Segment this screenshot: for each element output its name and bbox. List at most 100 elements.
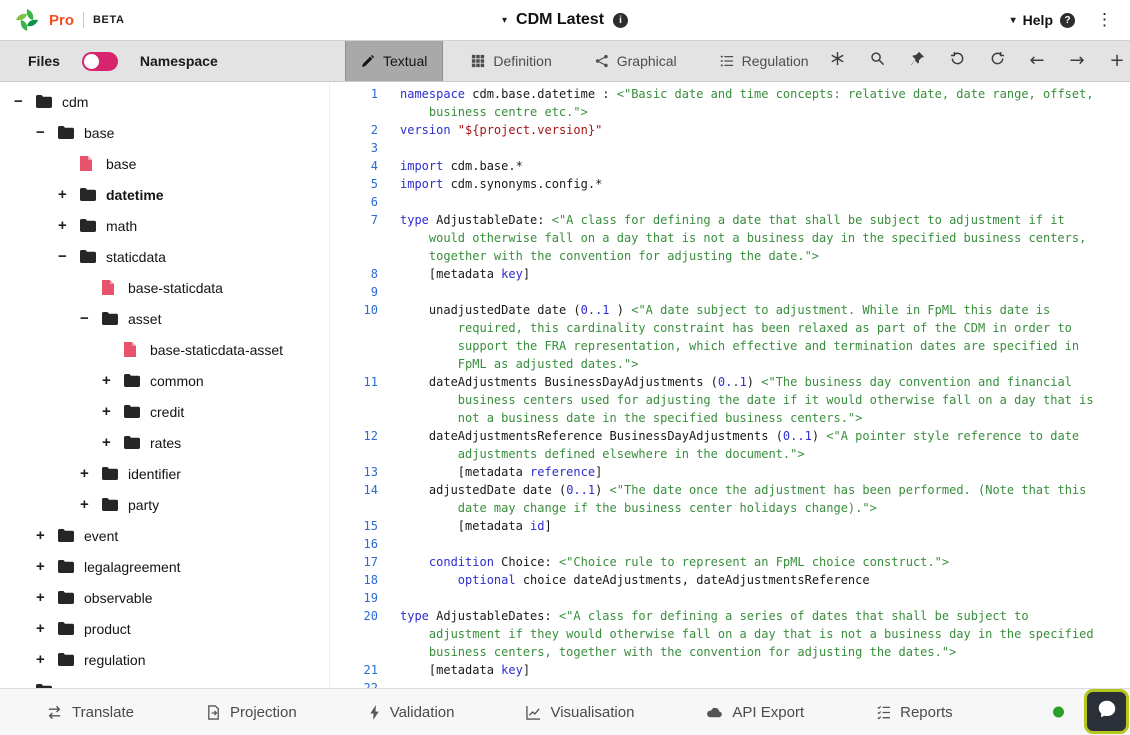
info-icon[interactable]: i: [613, 13, 628, 28]
collapse-icon[interactable]: −: [14, 93, 36, 110]
expand-icon[interactable]: +: [58, 217, 80, 234]
namespace-tree: −cdm−basebase+datetime+math−staticdata ba…: [0, 82, 330, 688]
folder-item-event[interactable]: +event: [0, 520, 329, 551]
validation-button[interactable]: Validation: [369, 704, 455, 721]
code-line[interactable]: 19: [330, 589, 1130, 607]
code-line[interactable]: 14adjustedDate date (0..1) <"The date on…: [330, 481, 1130, 517]
folder-item-observable[interactable]: +observable: [0, 582, 329, 613]
expand-icon[interactable]: +: [80, 465, 102, 482]
navigate-forward-button[interactable]: →: [1064, 48, 1091, 75]
expand-icon[interactable]: +: [80, 496, 102, 513]
bottom-bar: Translate Projection Validation Visualisati…: [0, 688, 1130, 735]
file-icon: [80, 156, 98, 171]
tree-item-label: base-staticdata: [128, 280, 223, 296]
format-button[interactable]: [824, 48, 851, 75]
expand-icon[interactable]: +: [58, 186, 80, 203]
format-icon: [830, 51, 845, 71]
code-line[interactable]: 16: [330, 535, 1130, 553]
folder-item-base[interactable]: −base: [0, 117, 329, 148]
expand-icon[interactable]: +: [36, 527, 58, 544]
projection-button[interactable]: Projection: [206, 704, 297, 721]
reports-button[interactable]: Reports: [876, 704, 953, 721]
code-line[interactable]: 12dateAdjustmentsReference BusinessDayAd…: [330, 427, 1130, 463]
folder-item-datetime[interactable]: +datetime: [0, 179, 329, 210]
folder-item-math[interactable]: +math: [0, 210, 329, 241]
code-line[interactable]: 5import cdm.synonyms.config.*: [330, 175, 1130, 193]
code-line[interactable]: 22: [330, 679, 1130, 688]
folder-icon: [58, 529, 76, 542]
expand-icon[interactable]: +: [36, 651, 58, 668]
code-line[interactable]: 2version "${project.version}": [330, 121, 1130, 139]
code-line[interactable]: 13[metadata reference]: [330, 463, 1130, 481]
code-text: [400, 535, 1130, 553]
tab-graphical[interactable]: Graphical: [580, 41, 692, 81]
expand-icon[interactable]: +: [36, 558, 58, 575]
code-line[interactable]: 11dateAdjustments BusinessDayAdjustments…: [330, 373, 1130, 427]
collapse-icon[interactable]: −: [80, 310, 102, 327]
model-selector[interactable]: ▾ CDM Latest i: [502, 11, 628, 29]
code-line[interactable]: 20type AdjustableDates: <"A class for de…: [330, 607, 1130, 661]
api-export-button[interactable]: API Export: [706, 704, 804, 721]
expand-icon[interactable]: +: [36, 589, 58, 606]
code-line[interactable]: 7type AdjustableDate: <"A class for defi…: [330, 211, 1130, 265]
folder-item-asset[interactable]: −asset: [0, 303, 329, 334]
navigate-back-button[interactable]: ←: [1024, 48, 1051, 75]
translate-button[interactable]: Translate: [46, 704, 134, 721]
folder-item-regulation[interactable]: +regulation: [0, 644, 329, 675]
expand-icon[interactable]: +: [102, 434, 124, 451]
folder-icon: [58, 126, 76, 139]
kebab-menu-icon[interactable]: ⋮: [1093, 10, 1116, 30]
code-line[interactable]: 6: [330, 193, 1130, 211]
expand-icon[interactable]: +: [102, 403, 124, 420]
line-number: 18: [330, 571, 378, 589]
code-line[interactable]: 4import cdm.base.*: [330, 157, 1130, 175]
tab-regulation[interactable]: Regulation: [705, 41, 824, 81]
chat-bubble-icon: [1096, 698, 1118, 725]
file-item-base-staticdata[interactable]: base-staticdata: [0, 272, 329, 303]
code-line[interactable]: 15[metadata id]: [330, 517, 1130, 535]
undo-button[interactable]: [944, 48, 971, 75]
code-line[interactable]: 9: [330, 283, 1130, 301]
code-line[interactable]: 10unadjustedDate date (0..1 ) <"A date s…: [330, 301, 1130, 373]
tab-definition[interactable]: Definition: [456, 41, 566, 81]
folder-item-cdm[interactable]: −cdm: [0, 86, 329, 117]
zoom-in-icon: +: [1110, 52, 1125, 70]
help-menu[interactable]: ▾ Help ?: [1011, 12, 1075, 28]
files-namespace-toggle[interactable]: [82, 52, 118, 71]
folder-item-legalagreement[interactable]: +legalagreement: [0, 551, 329, 582]
expand-icon[interactable]: +: [102, 372, 124, 389]
folder-item-product[interactable]: +product: [0, 613, 329, 644]
redo-button[interactable]: [984, 48, 1011, 75]
code-line[interactable]: 17condition Choice: <"Choice rule to rep…: [330, 553, 1130, 571]
code-line[interactable]: 18optional choice dateAdjustments, dateA…: [330, 571, 1130, 589]
chat-launcher[interactable]: [1084, 689, 1129, 734]
tab-textual[interactable]: Textual: [345, 41, 443, 81]
code-line[interactable]: 21[metadata key]: [330, 661, 1130, 679]
folder-item-common[interactable]: +common: [0, 365, 329, 396]
brand[interactable]: Pro BETA: [14, 7, 125, 33]
tree-item-label: identifier: [128, 466, 181, 482]
collapse-icon[interactable]: −: [58, 248, 80, 265]
file-item-base-staticdata-asset[interactable]: base-staticdata-asset: [0, 334, 329, 365]
code-editor[interactable]: 1namespace cdm.base.datetime : <"Basic d…: [330, 82, 1130, 688]
visualisation-button[interactable]: Visualisation: [526, 704, 634, 721]
folder-item-credit[interactable]: +credit: [0, 396, 329, 427]
folder-item-party[interactable]: +party: [0, 489, 329, 520]
bolt-icon: [369, 705, 381, 720]
zoom-in-button[interactable]: +: [1104, 48, 1130, 75]
tab-label: Regulation: [742, 53, 809, 69]
folder-item-rates[interactable]: +rates: [0, 427, 329, 458]
file-item-base[interactable]: base: [0, 148, 329, 179]
code-line[interactable]: 8[metadata key]: [330, 265, 1130, 283]
expand-icon[interactable]: +: [36, 620, 58, 637]
folder-item-identifier[interactable]: + identifier: [0, 458, 329, 489]
folder-item-staticdata[interactable]: −staticdata: [0, 241, 329, 272]
folder-icon: [58, 653, 76, 666]
pin-button[interactable]: [904, 48, 931, 75]
folder-item-partial[interactable]: −: [0, 675, 329, 688]
search-button[interactable]: [864, 48, 891, 75]
code-line[interactable]: 3: [330, 139, 1130, 157]
collapse-icon[interactable]: −: [36, 124, 58, 141]
code-line[interactable]: 1namespace cdm.base.datetime : <"Basic d…: [330, 85, 1130, 121]
code-text: dateAdjustments BusinessDayAdjustments (…: [400, 373, 1130, 427]
